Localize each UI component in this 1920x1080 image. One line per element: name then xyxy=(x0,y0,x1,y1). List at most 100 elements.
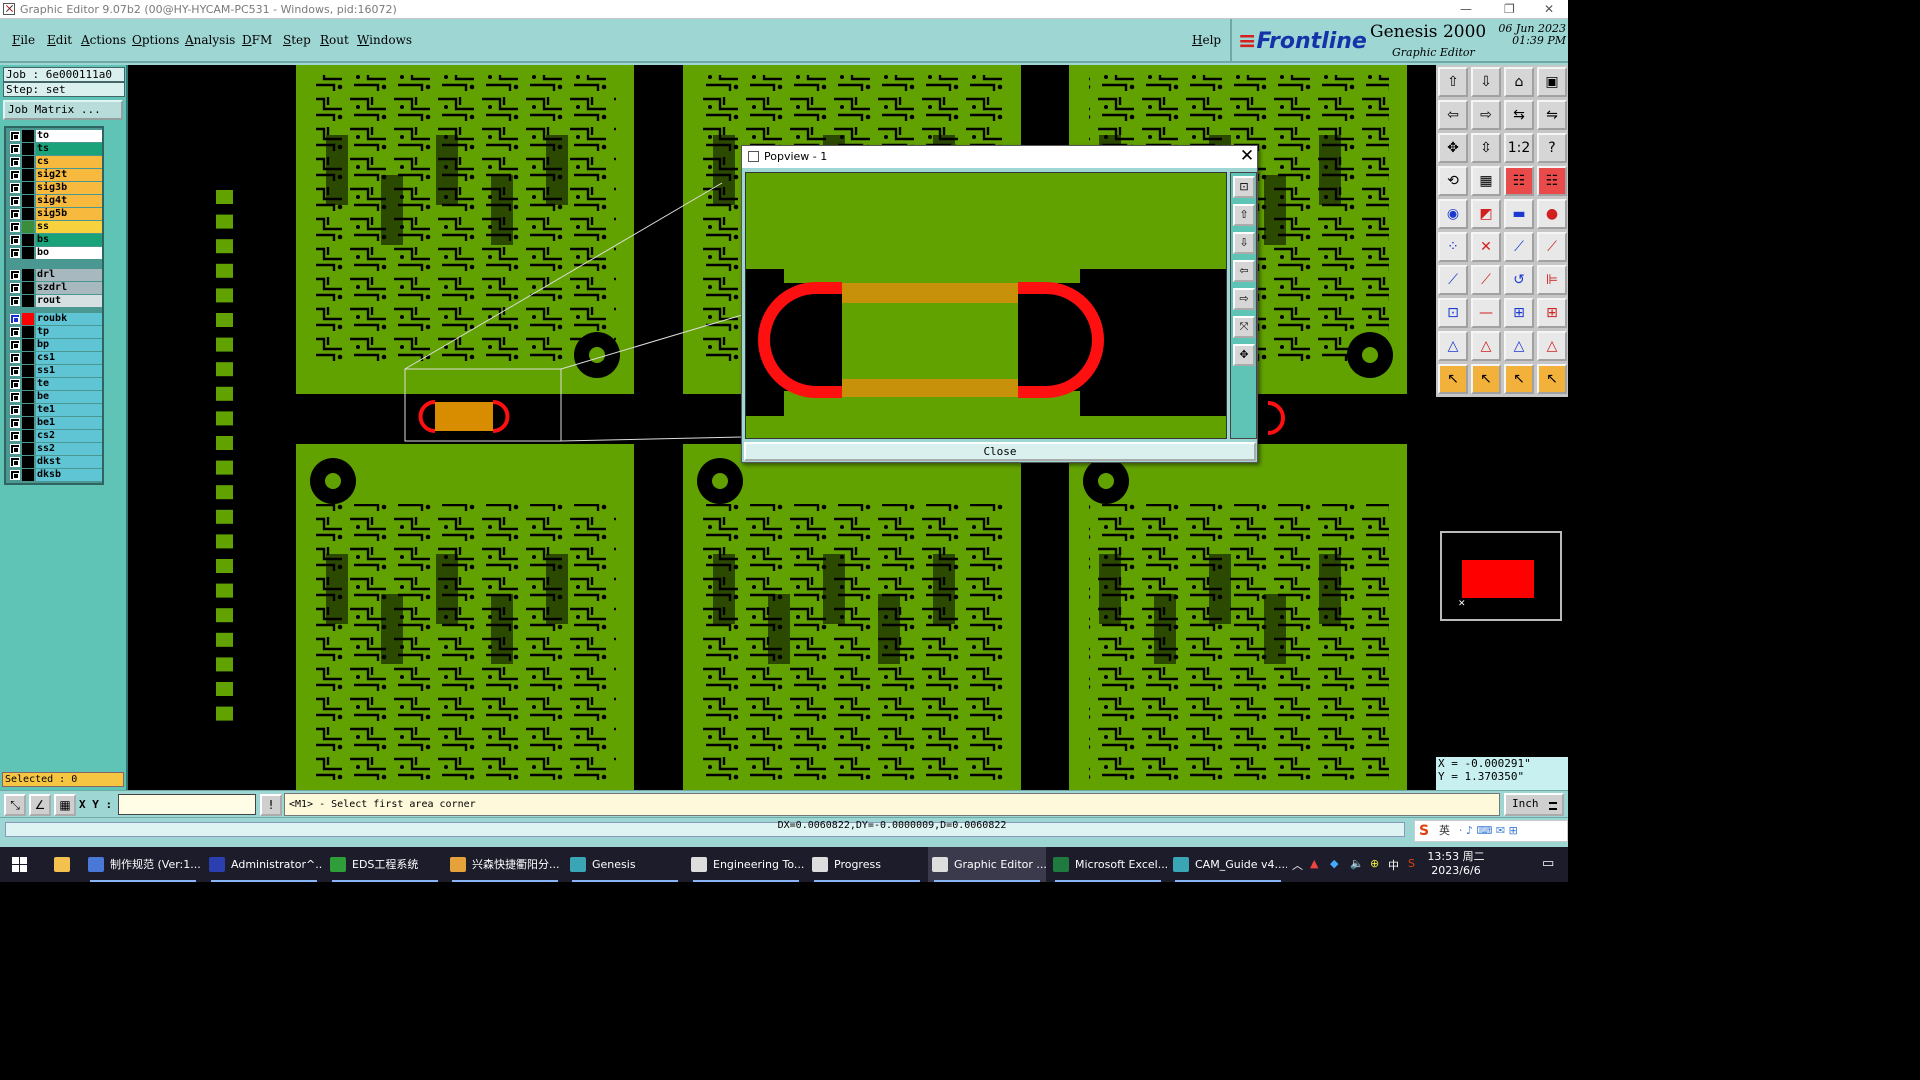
tool-pointer-button[interactable]: ↖ xyxy=(1438,364,1468,394)
pop-pan-up-button[interactable]: ⇧ xyxy=(1233,204,1255,226)
tool-region-button[interactable]: ⊞ xyxy=(1537,298,1567,328)
tool-array-button[interactable]: ⊞ xyxy=(1504,298,1534,328)
layer-color-swatch[interactable] xyxy=(22,282,34,294)
layer-name[interactable]: te xyxy=(36,378,102,390)
layer-name[interactable]: rout xyxy=(36,295,102,307)
taskbar-item-eds[interactable]: EDS工程系统 xyxy=(326,847,444,882)
tool-draw-line-button[interactable]: ⟋ xyxy=(1438,265,1468,295)
tool-pointer-4-button[interactable]: ↖ xyxy=(1537,364,1567,394)
menu-dfm[interactable]: DFM xyxy=(242,33,272,47)
tool-grid-button[interactable]: ▦ xyxy=(1471,166,1501,196)
tool-layers-a-button[interactable]: ☷ xyxy=(1504,166,1534,196)
layer-row-bp[interactable]: bp xyxy=(8,339,103,351)
layer-name[interactable]: ss1 xyxy=(36,365,102,377)
job-matrix-button[interactable]: Job Matrix ... xyxy=(3,100,123,120)
tool-scale-button[interactable]: 1:2 xyxy=(1504,133,1534,163)
layer-name[interactable]: drl xyxy=(36,269,102,281)
popview-canvas[interactable] xyxy=(745,172,1227,439)
units-select[interactable]: Inch xyxy=(1504,793,1564,816)
clock[interactable]: 13:53 周二 2023/6/6 xyxy=(1426,850,1486,878)
tool-swap-button[interactable]: ⇆ xyxy=(1504,100,1534,130)
taskbar-item-engineering[interactable]: Engineering To... xyxy=(687,847,805,882)
tool-fit-height-button[interactable]: ⇳ xyxy=(1471,133,1501,163)
layer-checkbox[interactable] xyxy=(10,457,20,467)
layer-row-cs1[interactable]: cs1 xyxy=(8,352,103,364)
layer-name[interactable]: sig5b xyxy=(36,208,102,220)
tool-flash-button[interactable]: ◩ xyxy=(1471,199,1501,229)
menu-step[interactable]: Step xyxy=(283,33,311,47)
layer-row-sig3b[interactable]: sig3b xyxy=(8,182,103,194)
layer-name[interactable]: bo xyxy=(36,247,102,259)
layer-checkbox[interactable] xyxy=(10,235,20,245)
taskbar-item-progress[interactable]: Progress xyxy=(808,847,926,882)
menu-rout[interactable]: Rout xyxy=(320,33,349,47)
tool-outline-b-button[interactable]: △ xyxy=(1471,331,1501,361)
pop-zoom-in-button[interactable]: ⤧ xyxy=(1233,316,1255,338)
layer-checkbox[interactable] xyxy=(10,444,20,454)
close-window-button[interactable]: ✕ xyxy=(1544,2,1554,16)
layer-checkbox[interactable] xyxy=(10,196,20,206)
layer-color-swatch[interactable] xyxy=(22,391,34,403)
layer-checkbox[interactable] xyxy=(10,405,20,415)
grid-mode-button[interactable]: ▦ xyxy=(54,794,76,816)
layer-name[interactable]: cs1 xyxy=(36,352,102,364)
layer-name[interactable]: szdrl xyxy=(36,282,102,294)
menu-options[interactable]: Options xyxy=(132,33,179,47)
layer-row-ss1[interactable]: ss1 xyxy=(8,365,103,377)
tool-pan-right-button[interactable]: ⇨ xyxy=(1471,100,1501,130)
layer-name[interactable]: tp xyxy=(36,326,102,338)
layer-row-bo[interactable]: bo xyxy=(8,247,103,259)
pop-zoom-out-button[interactable]: ✥ xyxy=(1233,344,1255,366)
ime-toolbar[interactable]: S 英 ⋅ ♪ ⌨ ✉ ⊞ xyxy=(1414,820,1568,842)
tool-arc-button[interactable]: ⟋ xyxy=(1537,232,1567,262)
layer-checkbox[interactable] xyxy=(10,353,20,363)
tray-network-icon[interactable]: ◆ xyxy=(1330,857,1338,870)
start-button[interactable] xyxy=(12,857,27,872)
popview-close-button[interactable]: Close xyxy=(744,442,1256,461)
layer-name[interactable]: sig4t xyxy=(36,195,102,207)
layer-color-swatch[interactable] xyxy=(22,269,34,281)
layer-row-drl[interactable]: drl xyxy=(8,269,103,281)
layer-row-ss[interactable]: ss xyxy=(8,221,103,233)
layer-color-swatch[interactable] xyxy=(22,326,34,338)
taskbar-item-graphic-editor[interactable]: Graphic Editor ... xyxy=(928,847,1046,882)
minimize-button[interactable]: — xyxy=(1460,2,1472,16)
tool-layers-b-button[interactable]: ☷ xyxy=(1537,166,1567,196)
tool-outline-d-button[interactable]: △ xyxy=(1537,331,1567,361)
layer-name[interactable]: cs xyxy=(36,156,102,168)
tool-zoom-home-button[interactable]: ⇧ xyxy=(1438,67,1468,97)
layer-checkbox[interactable] xyxy=(10,283,20,293)
layer-checkbox[interactable] xyxy=(10,222,20,232)
tool-dash-button[interactable]: — xyxy=(1471,298,1501,328)
layer-color-swatch[interactable] xyxy=(22,443,34,455)
layer-row-sig2t[interactable]: sig2t xyxy=(8,169,103,181)
layer-row-dksb[interactable]: dksb xyxy=(8,469,103,481)
layer-checkbox[interactable] xyxy=(10,296,20,306)
layer-row-ts[interactable]: ts xyxy=(8,143,103,155)
layer-color-swatch[interactable] xyxy=(22,195,34,207)
layer-checkbox[interactable] xyxy=(10,170,20,180)
layer-color-swatch[interactable] xyxy=(22,234,34,246)
overview-preview[interactable]: ✕ xyxy=(1440,531,1562,621)
input-lang[interactable]: 中 xyxy=(1388,857,1399,873)
layer-checkbox[interactable] xyxy=(10,314,20,324)
layer-row-bs[interactable]: bs xyxy=(8,234,103,246)
layer-row-te[interactable]: te xyxy=(8,378,103,390)
layer-color-swatch[interactable] xyxy=(22,208,34,220)
layer-row-szdrl[interactable]: szdrl xyxy=(8,282,103,294)
tool-connect-button[interactable]: ⁘ xyxy=(1438,232,1468,262)
tool-help-button[interactable]: ? xyxy=(1537,133,1567,163)
tool-measure-bar-button[interactable]: ▬ xyxy=(1504,199,1534,229)
layer-row-cs[interactable]: cs xyxy=(8,156,103,168)
volume-icon[interactable]: 🔈 xyxy=(1350,857,1364,870)
tool-home-button[interactable]: ⌂ xyxy=(1504,67,1534,97)
tray-plus-icon[interactable]: ⊕ xyxy=(1370,857,1379,870)
xy-input[interactable] xyxy=(118,794,256,815)
tool-line-button[interactable]: ⟋ xyxy=(1504,232,1534,262)
layer-checkbox[interactable] xyxy=(10,209,20,219)
layer-color-swatch[interactable] xyxy=(22,378,34,390)
taskbar-item-excel[interactable]: Microsoft Excel... xyxy=(1049,847,1167,882)
layer-checkbox[interactable] xyxy=(10,431,20,441)
layer-name[interactable]: be xyxy=(36,391,102,403)
taskbar-item-browser[interactable]: 兴森快捷衢阳分... xyxy=(446,847,564,882)
